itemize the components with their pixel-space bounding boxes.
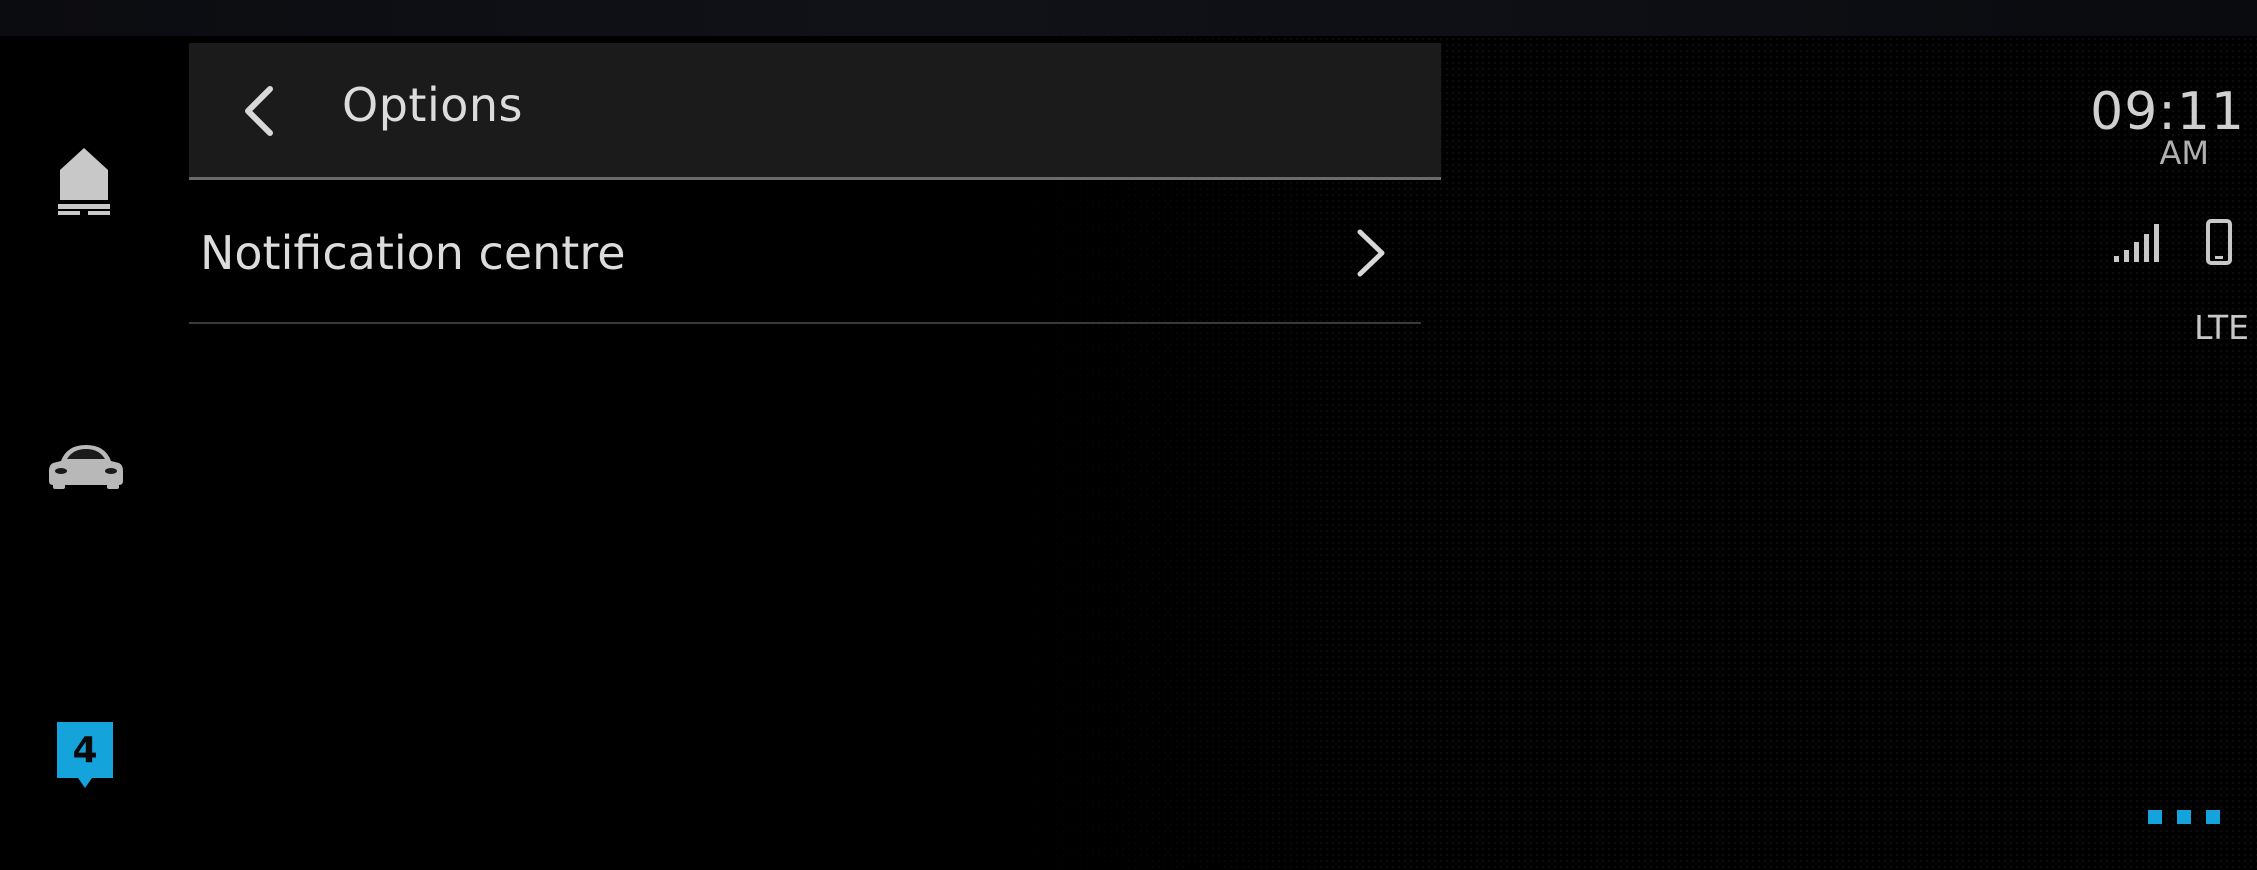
phone-icon bbox=[2206, 219, 2232, 265]
more-dot-icon bbox=[2206, 810, 2220, 824]
more-options-button[interactable] bbox=[2148, 806, 2220, 828]
menu-item-notification-centre[interactable]: Notification centre bbox=[189, 182, 1421, 324]
network-type-label: LTE bbox=[2194, 308, 2249, 347]
chevron-right-icon bbox=[1357, 229, 1385, 277]
options-header: Options bbox=[189, 43, 1441, 180]
vehicle-button[interactable] bbox=[38, 430, 133, 500]
more-dot-icon bbox=[2148, 810, 2162, 824]
home-icon bbox=[58, 148, 110, 215]
notification-count-badge: 4 bbox=[57, 722, 113, 788]
notification-badge-button[interactable]: 4 bbox=[50, 710, 120, 790]
chevron-left-icon bbox=[245, 86, 273, 136]
back-button[interactable] bbox=[219, 71, 299, 151]
signal-strength-icon bbox=[2114, 224, 2159, 262]
infotainment-screen: 4 Options Notification centre 09:11 AM L… bbox=[0, 0, 2257, 870]
top-strip bbox=[0, 0, 2257, 36]
car-icon bbox=[48, 445, 123, 489]
home-button[interactable] bbox=[44, 140, 124, 220]
menu-item-label: Notification centre bbox=[200, 226, 626, 280]
page-title: Options bbox=[342, 78, 523, 132]
clock-ampm: AM bbox=[2159, 134, 2210, 172]
clock-time: 09:11 bbox=[2090, 82, 2245, 142]
more-dot-icon bbox=[2177, 810, 2191, 824]
